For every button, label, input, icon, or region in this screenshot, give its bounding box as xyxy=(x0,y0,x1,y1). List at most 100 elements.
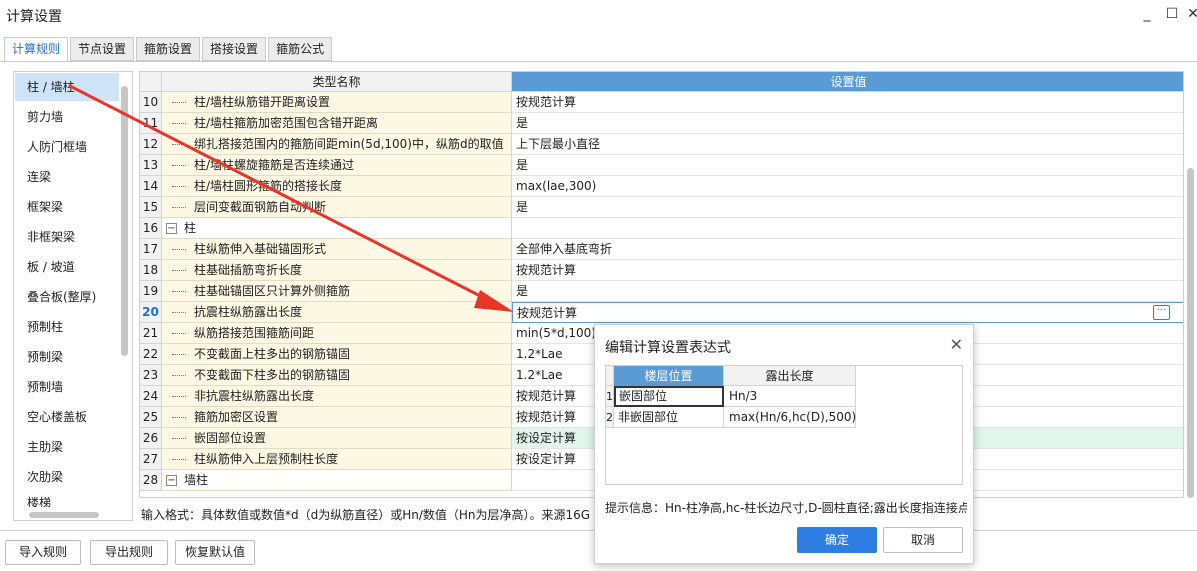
list-item[interactable]: 人防门框墙 xyxy=(15,133,119,161)
export-rules-button[interactable]: 导出规则 xyxy=(90,540,168,565)
table-row[interactable]: 11 柱/墙柱箍筋加密范围包含错开距离 是 xyxy=(140,113,1183,134)
close-icon[interactable]: ✕ xyxy=(1185,6,1197,22)
list-item[interactable]: 预制柱 xyxy=(15,313,119,341)
exposed-length-cell[interactable]: Hn/3 xyxy=(724,386,856,407)
table-row[interactable]: 13 柱/墙柱螺旋箍筋是否连续通过 是 xyxy=(140,155,1183,176)
row-name-text: 柱/墙柱纵筋错开距离设置 xyxy=(194,95,331,109)
table-row[interactable]: 2 非嵌固部位 max(Hn/6,hc(D),500) xyxy=(606,407,962,428)
tab-stirrup-formula[interactable]: 箍筋公式 xyxy=(268,37,333,61)
tree-connector xyxy=(172,375,186,376)
list-item[interactable]: 柱 / 墙柱 xyxy=(15,73,119,101)
list-item[interactable]: 预制梁 xyxy=(15,343,119,371)
row-value[interactable]: 是 xyxy=(512,197,1183,218)
tab-node-settings[interactable]: 节点设置 xyxy=(70,37,135,61)
component-list[interactable]: 柱 / 墙柱 剪力墙 人防门框墙 连梁 框架梁 非框架梁 板 / 坡道 叠合板(… xyxy=(13,71,133,521)
list-horizontal-scrollbar[interactable] xyxy=(29,512,99,518)
row-number: 19 xyxy=(140,281,162,302)
list-item[interactable]: 空心楼盖板 xyxy=(15,403,119,431)
table-row[interactable]: 15 层间变截面钢筋自动判断 是 xyxy=(140,197,1183,218)
input-format-hint: 输入格式：具体数值或数值*d（d为纵筋直径）或Hn/数值（Hn为层净高）。来源1… xyxy=(141,508,591,522)
tree-connector xyxy=(172,291,186,292)
row-number: 27 xyxy=(140,449,162,470)
table-row-selected[interactable]: 20 抗震柱纵筋露出长度 按规范计算 ··· xyxy=(140,302,1183,323)
row-name-text: 不变截面下柱多出的钢筋锚固 xyxy=(194,368,351,382)
cancel-button[interactable]: 取消 xyxy=(883,527,963,553)
table-row[interactable]: 19 柱基础锚固区只计算外侧箍筋 是 xyxy=(140,281,1183,302)
row-number: 1 xyxy=(606,386,614,407)
grid-vertical-scrollbar[interactable] xyxy=(1187,168,1194,498)
row-name: 柱纵筋伸入基础锚固形式 xyxy=(162,239,512,260)
minimize-icon[interactable]: _ xyxy=(1139,6,1155,22)
grid-header: 类型名称 设置值 xyxy=(140,72,1183,92)
list-item[interactable]: 剪力墙 xyxy=(15,103,119,131)
tree-connector xyxy=(172,165,186,166)
table-row[interactable]: 14 柱/墙柱圆形箍筋的搭接长度 max(lae,300) xyxy=(140,176,1183,197)
list-item[interactable]: 预制墙 xyxy=(15,373,119,401)
import-rules-button[interactable]: 导入规则 xyxy=(5,540,81,565)
row-number: 11 xyxy=(140,113,162,134)
row-name-text: 不变截面上柱多出的钢筋锚固 xyxy=(194,347,351,361)
row-name-text: 柱基础锚固区只计算外侧箍筋 xyxy=(194,284,351,298)
list-item[interactable]: 叠合板(整厚) xyxy=(15,283,119,311)
row-value-editor[interactable]: 按规范计算 ··· xyxy=(512,302,1183,323)
row-name: 柱/墙柱箍筋加密范围包含错开距离 xyxy=(162,113,512,134)
collapse-icon[interactable]: − xyxy=(166,223,177,234)
header-row-number xyxy=(140,72,162,92)
table-row[interactable]: 10 柱/墙柱纵筋错开距离设置 按规范计算 xyxy=(140,92,1183,113)
tab-lap-settings[interactable]: 搭接设置 xyxy=(202,37,267,61)
tree-connector xyxy=(172,333,186,334)
floor-position-cell[interactable]: 嵌固部位 xyxy=(614,386,724,407)
table-row-group[interactable]: 16 − 柱 xyxy=(140,218,1183,239)
list-item[interactable]: 连梁 xyxy=(15,163,119,191)
table-row[interactable]: 1 嵌固部位 Hn/3 xyxy=(606,386,962,407)
maximize-icon[interactable]: ☐ xyxy=(1164,6,1180,22)
tree-connector xyxy=(172,270,186,271)
row-value[interactable]: max(lae,300) xyxy=(512,176,1183,197)
list-vertical-scrollbar[interactable] xyxy=(121,86,128,356)
row-name: 柱基础锚固区只计算外侧箍筋 xyxy=(162,281,512,302)
row-value[interactable]: 是 xyxy=(512,155,1183,176)
restore-defaults-button[interactable]: 恢复默认值 xyxy=(175,540,255,565)
row-number: 16 xyxy=(140,218,162,239)
table-row[interactable]: 17 柱纵筋伸入基础锚固形式 全部伸入基底弯折 xyxy=(140,239,1183,260)
row-name: 绑扎搭接范围内的箍筋间距min(5d,100)中，纵筋d的取值 xyxy=(162,134,512,155)
row-name-text: 层间变截面钢筋自动判断 xyxy=(194,200,327,214)
row-number: 23 xyxy=(140,365,162,386)
list-item[interactable]: 主肋梁 xyxy=(15,433,119,461)
row-name: − 墙柱 xyxy=(162,470,512,491)
tree-connector xyxy=(172,123,186,124)
ok-button[interactable]: 确定 xyxy=(797,527,877,553)
row-name: 纵筋搭接范围箍筋间距 xyxy=(162,323,512,344)
list-item[interactable]: 次肋梁 xyxy=(15,463,119,491)
tab-calc-rules[interactable]: 计算规则 xyxy=(4,37,69,62)
row-value[interactable]: 按规范计算 xyxy=(512,92,1183,113)
list-item[interactable]: 框架梁 xyxy=(15,193,119,221)
tree-connector xyxy=(172,249,186,250)
floor-position-cell[interactable]: 非嵌固部位 xyxy=(614,407,724,428)
dialog-title: 编辑计算设置表达式 xyxy=(605,340,731,356)
list-item[interactable]: 楼梯 xyxy=(15,493,119,507)
list-item[interactable]: 非框架梁 xyxy=(15,223,119,251)
row-value[interactable]: 按规范计算 xyxy=(512,260,1183,281)
tab-stirrup-settings[interactable]: 箍筋设置 xyxy=(136,37,201,61)
row-name: 柱基础插筋弯折长度 xyxy=(162,260,512,281)
table-row[interactable]: 18 柱基础插筋弯折长度 按规范计算 xyxy=(140,260,1183,281)
exposed-length-cell[interactable]: max(Hn/6,hc(D),500) xyxy=(724,407,856,428)
tree-connector xyxy=(172,186,186,187)
row-value[interactable]: 是 xyxy=(512,281,1183,302)
row-value[interactable]: 是 xyxy=(512,113,1183,134)
row-value[interactable]: 上下层最小直径 xyxy=(512,134,1183,155)
group-name-text: 柱 xyxy=(184,221,197,235)
table-row[interactable]: 12 绑扎搭接范围内的箍筋间距min(5d,100)中，纵筋d的取值 上下层最小… xyxy=(140,134,1183,155)
more-options-icon[interactable]: ··· xyxy=(1153,305,1170,320)
row-number: 13 xyxy=(140,155,162,176)
row-number: 2 xyxy=(606,407,614,428)
header-row-number xyxy=(606,366,614,386)
row-value[interactable]: 全部伸入基底弯折 xyxy=(512,239,1183,260)
collapse-icon[interactable]: − xyxy=(166,475,177,486)
list-item[interactable]: 板 / 坡道 xyxy=(15,253,119,281)
tree-connector xyxy=(172,438,186,439)
row-number: 14 xyxy=(140,176,162,197)
close-icon[interactable]: ✕ xyxy=(950,335,963,354)
tree-connector xyxy=(172,459,186,460)
